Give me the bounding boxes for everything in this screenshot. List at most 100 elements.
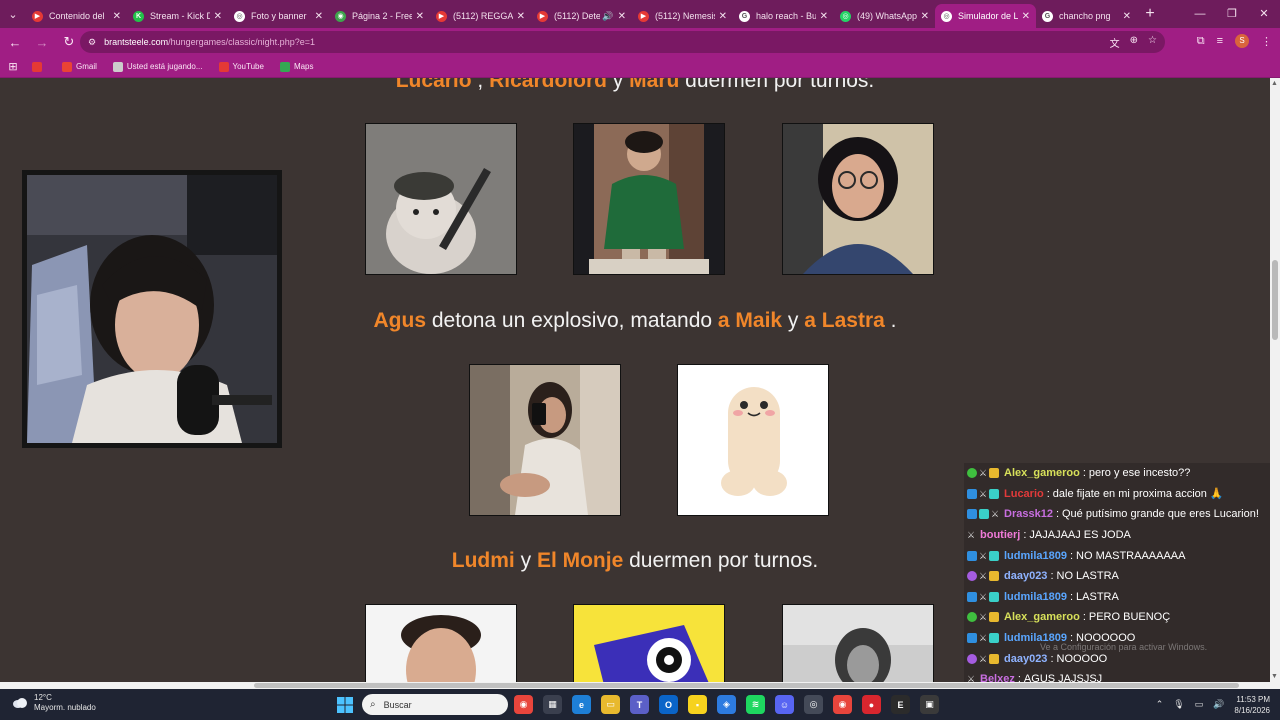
browser-tab[interactable]: ◎ (49) WhatsApp ✕ (834, 4, 935, 28)
outlook-icon[interactable]: O (659, 695, 678, 714)
taskbar-search[interactable]: ⌕ Buscar (362, 694, 508, 715)
chat-username[interactable]: daay023 (1004, 653, 1047, 665)
tab-title: chancho png (1059, 11, 1111, 21)
chrome-icon[interactable]: ◉ (514, 695, 533, 714)
app-red-icon[interactable]: ● (862, 695, 881, 714)
obs-icon[interactable]: ◎ (804, 695, 823, 714)
sticky-notes-icon[interactable]: ▪ (688, 695, 707, 714)
edge-icon[interactable]: e (572, 695, 591, 714)
chat-username[interactable]: ludmila1809 (1004, 591, 1067, 603)
browser-tab[interactable]: ▶ (5112) Nemesis ✕ (632, 4, 733, 28)
restore-icon[interactable]: ❐ (1216, 0, 1248, 28)
apps-grid-icon[interactable]: ⊞ (0, 60, 26, 73)
app-dark-icon[interactable]: ▣ (920, 695, 939, 714)
scroll-up-icon[interactable]: ▲ (1271, 80, 1278, 87)
discord-icon[interactable]: ☺ (775, 695, 794, 714)
tab-close-icon[interactable]: ✕ (820, 11, 828, 22)
mic-icon[interactable]: 🎙 (1173, 699, 1184, 710)
tab-close-icon[interactable]: ✕ (1022, 11, 1030, 22)
windows-start-icon[interactable] (337, 697, 353, 713)
back-icon[interactable]: ← (3, 28, 27, 56)
translate-icon[interactable]: 文 (1110, 35, 1120, 50)
scroll-down-icon[interactable]: ▼ (1271, 673, 1278, 680)
chat-username[interactable]: daay023 (1004, 570, 1047, 582)
tab-close-icon[interactable]: ✕ (618, 11, 626, 22)
bookmark-item[interactable] (32, 61, 46, 72)
tab-favicon-icon: G (1042, 10, 1053, 22)
chat-text: LASTRA (1076, 590, 1119, 603)
chat-username[interactable]: Alex_gameroo (1004, 467, 1080, 479)
volume-icon[interactable]: 🔊 (1213, 699, 1224, 710)
weather-widget[interactable]: 12°C Mayorm. nublado (12, 693, 96, 713)
chat-username[interactable]: Belxez (980, 673, 1015, 682)
reload-icon[interactable]: ↻ (57, 28, 81, 56)
chrome-alt-icon[interactable]: ◉ (833, 695, 852, 714)
network-icon[interactable]: ▭ (1195, 699, 1204, 710)
browser-tab[interactable]: ▶ Contenido del ✕ (26, 4, 127, 28)
zoom-icon[interactable]: ⊕ (1130, 35, 1138, 50)
teal-badge-icon (989, 488, 999, 499)
site-info-icon[interactable]: ⚙ (88, 37, 96, 48)
chat-username[interactable]: ludmila1809 (1004, 550, 1067, 562)
tribute-photo (470, 365, 620, 515)
vertical-scrollbar[interactable]: ▲ ▼ (1270, 78, 1280, 682)
tray-chevron-icon[interactable]: ⌃ (1156, 699, 1164, 710)
teams-icon[interactable]: T (630, 695, 649, 714)
tab-close-icon[interactable]: ✕ (719, 11, 727, 22)
epic-games-icon[interactable]: E (891, 695, 910, 714)
browser-tab[interactable]: Ghalo reach - Bu ✕ (733, 4, 834, 28)
browser-tab[interactable]: ▶ (5112) Dete 🔊 ✕ (531, 4, 632, 28)
tab-title: (49) WhatsApp (857, 11, 917, 21)
sword-badge-icon: ⚔ (979, 591, 988, 602)
tribute-name: Maru (629, 78, 680, 92)
tribute-avatar (782, 604, 934, 682)
task-view-icon[interactable]: ▦ (543, 695, 562, 714)
security-icon[interactable]: ◈ (717, 695, 736, 714)
close-window-icon[interactable]: ✕ (1248, 0, 1280, 28)
browser-tab[interactable]: ◉ Página 2 - Free ✕ (329, 4, 430, 28)
profile-avatar[interactable]: S (1235, 34, 1249, 48)
tab-audio-icon[interactable]: 🔊 (602, 11, 613, 22)
weather-temp: 12°C (34, 693, 52, 702)
tab-close-icon[interactable]: ✕ (416, 11, 424, 22)
minimize-icon[interactable]: — (1184, 0, 1216, 28)
browser-tab[interactable]: ▶ (5112) REGGAE ✕ (430, 4, 531, 28)
browser-tab[interactable]: K Stream - Kick D ✕ (127, 4, 228, 28)
url-bar[interactable]: ⚙ brantsteele.com/hungergames/classic/ni… (80, 31, 1165, 53)
tab-close-icon[interactable]: ✕ (1123, 11, 1131, 22)
sword-badge-icon: ⚔ (979, 550, 988, 561)
file-explorer-icon[interactable]: ▭ (601, 695, 620, 714)
bookmark-item[interactable]: Usted está jugando... (112, 61, 203, 72)
bookmark-star-icon[interactable]: ☆ (1148, 35, 1157, 50)
tab-close-icon[interactable]: ✕ (214, 11, 222, 22)
chat-username[interactable]: Drassk12 (1004, 508, 1053, 520)
purple-badge-icon (967, 653, 977, 664)
teal-badge-icon (989, 550, 999, 561)
browser-tab[interactable]: Gchancho png ✕ (1036, 4, 1137, 28)
tab-close-icon[interactable]: ✕ (921, 11, 929, 22)
tab-search-icon[interactable]: ⌄ (0, 0, 26, 28)
chat-username[interactable]: boutierj (980, 529, 1020, 541)
extensions-icon[interactable]: ⧉ (1197, 35, 1205, 48)
menu-icon[interactable]: ⋮ (1261, 35, 1272, 48)
tab-close-icon[interactable]: ✕ (315, 11, 323, 22)
browser-tab[interactable]: ◎ Foto y banner ✕ (228, 4, 329, 28)
bookmark-item[interactable]: Gmail (62, 61, 97, 72)
chat-username[interactable]: Alex_gameroo (1004, 611, 1080, 623)
media-icon[interactable]: ≡ (1217, 35, 1223, 47)
tab-close-icon[interactable]: ✕ (113, 11, 121, 22)
chat-username[interactable]: Lucario (1004, 488, 1044, 500)
tab-title: Simulador de L (958, 11, 1018, 21)
horizontal-scrollbar[interactable] (0, 682, 1280, 689)
spotify-icon[interactable]: ≋ (746, 695, 765, 714)
browser-tab[interactable]: ◎ Simulador de L ✕ (935, 4, 1036, 28)
forward-icon[interactable]: → (30, 28, 54, 56)
clock[interactable]: 11:53 PM 8/16/2026 (1234, 694, 1270, 716)
scroll-thumb[interactable] (1272, 260, 1278, 340)
bookmark-item[interactable]: Maps (279, 61, 314, 72)
hscroll-thumb[interactable] (254, 683, 1239, 688)
new-tab-button[interactable]: + (1137, 5, 1163, 23)
tribute-avatar (782, 123, 934, 275)
tab-close-icon[interactable]: ✕ (517, 11, 525, 22)
bookmark-item[interactable]: YouTube (218, 61, 264, 72)
